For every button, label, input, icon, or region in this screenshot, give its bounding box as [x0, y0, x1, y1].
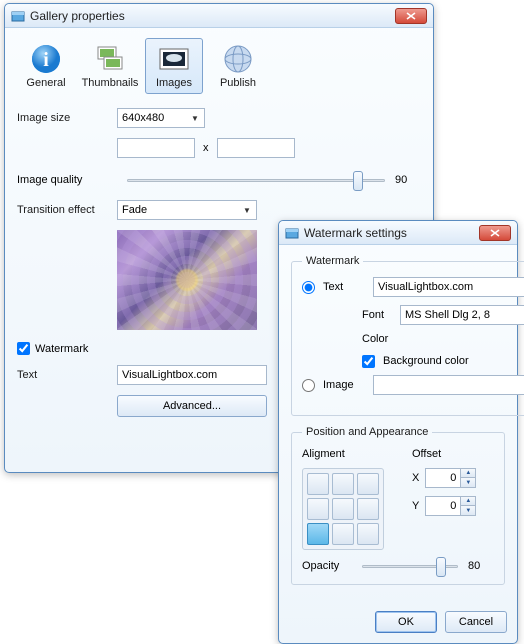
slider-thumb[interactable] [353, 171, 363, 191]
tab-publish[interactable]: Publish [209, 38, 267, 94]
align-bc[interactable] [332, 523, 354, 545]
align-bl[interactable] [307, 523, 329, 545]
radio-text-label: Text [323, 281, 365, 293]
height-input[interactable] [217, 138, 295, 158]
position-group: Position and Appearance Aligment [291, 426, 505, 585]
transition-preview [117, 230, 257, 330]
advanced-button[interactable]: Advanced... [117, 395, 267, 417]
chevron-down-icon: ▼ [188, 111, 202, 125]
combo-value: Fade [122, 204, 147, 216]
radio-image-label: Image [323, 379, 365, 391]
quality-slider[interactable] [127, 179, 385, 182]
tab-label: General [26, 77, 65, 89]
tab-label: Publish [220, 77, 256, 89]
close-button[interactable] [395, 8, 427, 24]
dim-x-label: x [203, 142, 209, 154]
offset-label: Offset [412, 448, 476, 460]
tab-bar: i General Thumbnails Images Pu [17, 38, 421, 94]
spin-down-icon[interactable]: ▼ [461, 506, 475, 515]
alignment-label: Aligment [302, 448, 384, 460]
color-label: Color [362, 333, 392, 345]
group-legend: Position and Appearance [302, 426, 432, 438]
cancel-button[interactable]: Cancel [445, 611, 507, 633]
width-input[interactable] [117, 138, 195, 158]
offset-x-input[interactable] [425, 468, 461, 488]
x-label: X [412, 472, 419, 484]
y-label: Y [412, 500, 419, 512]
wm-image-input[interactable] [373, 375, 524, 395]
align-mr[interactable] [357, 498, 379, 520]
align-br[interactable] [357, 523, 379, 545]
alignment-grid [302, 468, 384, 550]
combo-value: 640x480 [122, 112, 164, 124]
align-ml[interactable] [307, 498, 329, 520]
font-label: Font [362, 309, 392, 321]
spin-up-icon[interactable]: ▲ [461, 469, 475, 478]
bgcolor-checkbox[interactable] [362, 355, 375, 368]
radio-image[interactable] [302, 379, 315, 392]
opacity-label: Opacity [302, 560, 352, 572]
app-icon [285, 226, 299, 240]
close-button[interactable] [479, 225, 511, 241]
opacity-slider[interactable] [362, 565, 458, 568]
align-tl[interactable] [307, 473, 329, 495]
chevron-down-icon: ▼ [240, 203, 254, 217]
window-title: Watermark settings [304, 226, 479, 240]
opacity-value: 80 [468, 560, 494, 572]
info-icon: i [30, 43, 62, 75]
watermark-settings-window: Watermark settings Watermark Text Font M… [278, 220, 518, 644]
titlebar: Watermark settings [279, 221, 517, 245]
tab-label: Images [156, 77, 192, 89]
spin-up-icon[interactable]: ▲ [461, 497, 475, 506]
images-icon [158, 43, 190, 75]
app-icon [11, 9, 25, 23]
watermark-group: Watermark Text Font MS Shell Dlg 2, 8 Co… [291, 255, 524, 416]
quality-label: Image quality [17, 174, 117, 186]
svg-text:i: i [43, 49, 49, 71]
watermark-chk-label: Watermark [35, 343, 88, 355]
quality-value: 90 [395, 174, 421, 186]
align-mc[interactable] [332, 498, 354, 520]
combo-value: MS Shell Dlg 2, 8 [405, 309, 490, 321]
tab-thumbnails[interactable]: Thumbnails [81, 38, 139, 94]
offset-y-spinner[interactable]: ▲▼ [425, 496, 476, 516]
align-tr[interactable] [357, 473, 379, 495]
thumbnails-icon [94, 43, 126, 75]
align-tc[interactable] [332, 473, 354, 495]
watermark-text-input[interactable] [117, 365, 267, 385]
tab-images[interactable]: Images [145, 38, 203, 94]
spin-down-icon[interactable]: ▼ [461, 478, 475, 487]
tab-general[interactable]: i General [17, 38, 75, 94]
watermark-checkbox[interactable] [17, 342, 30, 355]
publish-icon [222, 43, 254, 75]
image-size-select[interactable]: 640x480 ▼ [117, 108, 205, 128]
offset-y-input[interactable] [425, 496, 461, 516]
image-size-label: Image size [17, 112, 117, 124]
titlebar: Gallery properties [5, 4, 433, 28]
bgcolor-label: Background color [383, 355, 469, 367]
tab-label: Thumbnails [82, 77, 139, 89]
radio-text[interactable] [302, 281, 315, 294]
text-label: Text [17, 369, 117, 381]
slider-thumb[interactable] [436, 557, 446, 577]
ok-button[interactable]: OK [375, 611, 437, 633]
transition-label: Transition effect [17, 204, 117, 216]
group-legend: Watermark [302, 255, 363, 267]
wm-text-input[interactable] [373, 277, 524, 297]
font-select[interactable]: MS Shell Dlg 2, 8 [400, 305, 524, 325]
offset-x-spinner[interactable]: ▲▼ [425, 468, 476, 488]
transition-select[interactable]: Fade ▼ [117, 200, 257, 220]
window-title: Gallery properties [30, 9, 395, 23]
